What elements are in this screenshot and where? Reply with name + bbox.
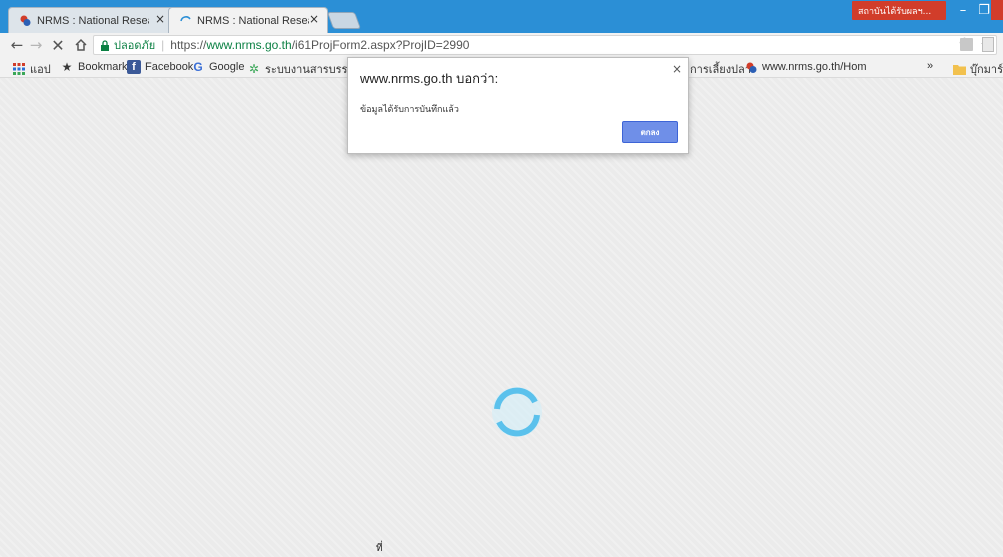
bookmark-item-bookmarks[interactable]: ★ Bookmarks: [60, 60, 133, 74]
bookmark-item-facebook[interactable]: f Facebook: [127, 60, 193, 74]
tab-title: NRMS : National Researc: [197, 14, 309, 27]
title-bar: NRMS : National Researc × NRMS : Nationa…: [0, 0, 1003, 33]
bookmark-item-saraban[interactable]: ✲ ระบบงานสารบรรณ: [247, 60, 358, 78]
tab-nrms-1[interactable]: NRMS : National Researc ×: [8, 7, 174, 33]
loading-spinner-icon: [489, 384, 545, 440]
bookmark-label: Facebook: [145, 61, 194, 73]
bookmark-item-nrms[interactable]: www.nrms.go.th/Hom: [744, 60, 867, 74]
apps-shortcut[interactable]: แอป: [12, 60, 51, 78]
stop-loading-icon[interactable]: ✕: [49, 36, 67, 55]
address-bar[interactable]: ปลอดภัย | https://www.nrms.go.th/i61Proj…: [93, 35, 997, 55]
bookmark-label: ระบบงานสารบรรณ: [265, 64, 358, 76]
back-icon[interactable]: ←: [8, 36, 26, 54]
lock-icon: [100, 39, 110, 51]
dialog-title: www.nrms.go.th บอกว่า:: [360, 71, 499, 86]
apps-label: แอป: [30, 64, 51, 76]
url-scheme: https://: [170, 38, 207, 52]
facebook-icon: f: [127, 60, 141, 74]
alert-dialog: www.nrms.go.th บอกว่า: × ข้อมูลได้รับการ…: [347, 57, 689, 154]
tab-close-icon[interactable]: ×: [155, 12, 165, 26]
home-icon[interactable]: [72, 36, 90, 54]
bookmark-label: การเลี้ยงปลา: [690, 64, 751, 76]
tab-nrms-2-active[interactable]: NRMS : National Researc ×: [168, 7, 328, 33]
dialog-message: ข้อมูลได้รับการบันทึกแล้ว: [360, 105, 459, 115]
bookmark-label: www.nrms.go.th/Hom: [762, 61, 867, 73]
secure-label: ปลอดภัย: [114, 40, 156, 52]
url-text: https://www.nrms.go.th/i61ProjForm2.aspx…: [170, 38, 469, 52]
bookmark-item-fish[interactable]: การเลี้ยงปลา: [690, 60, 751, 78]
ok-button[interactable]: ตกลง: [622, 121, 678, 143]
bookmark-label: Google: [209, 61, 245, 73]
extension-icon[interactable]: [960, 38, 973, 51]
system-notification-badge[interactable]: สถาบันได้รับผลฯ...: [852, 1, 946, 20]
pdf-extension-icon[interactable]: [982, 37, 994, 52]
nrms-icon: [744, 60, 758, 74]
dialog-close-icon[interactable]: ×: [672, 62, 682, 76]
bookmark-item-google[interactable]: G Google: [191, 60, 244, 74]
url-host: www.nrms.go.th: [206, 38, 292, 52]
window-close-button[interactable]: [991, 0, 1003, 20]
loading-favicon-icon: [179, 14, 192, 27]
address-separator: |: [161, 38, 165, 52]
google-icon: G: [193, 60, 203, 74]
folder-icon: [952, 62, 966, 76]
tab-close-icon[interactable]: ×: [309, 12, 319, 26]
other-bookmarks-folder[interactable]: บุ๊กมาร์ก: [952, 60, 1003, 78]
new-tab-button[interactable]: [326, 12, 362, 29]
system-badge-text: สถาบันได้รับผลฯ...: [858, 6, 932, 17]
bookmarks-overflow-button[interactable]: »: [927, 60, 933, 72]
tab-title: NRMS : National Researc: [37, 14, 149, 27]
forward-icon[interactable]: →: [27, 36, 45, 54]
bookmark-label: Bookmarks: [78, 61, 134, 73]
minimize-button[interactable]: –: [952, 0, 974, 20]
star-icon: ★: [61, 60, 73, 74]
nrms-favicon-icon: [19, 14, 32, 27]
thai-site-icon: ✲: [248, 62, 260, 76]
page-bottom-text: ที่: [376, 543, 383, 554]
browser-toolbar: ← → ✕ ปลอดภัย | https://www.nrms.go.th/i…: [0, 33, 1003, 57]
apps-grid-icon: [12, 62, 26, 76]
other-bookmarks-label: บุ๊กมาร์ก: [970, 64, 1003, 76]
url-path: /i61ProjForm2.aspx?ProjID=2990: [291, 38, 470, 52]
